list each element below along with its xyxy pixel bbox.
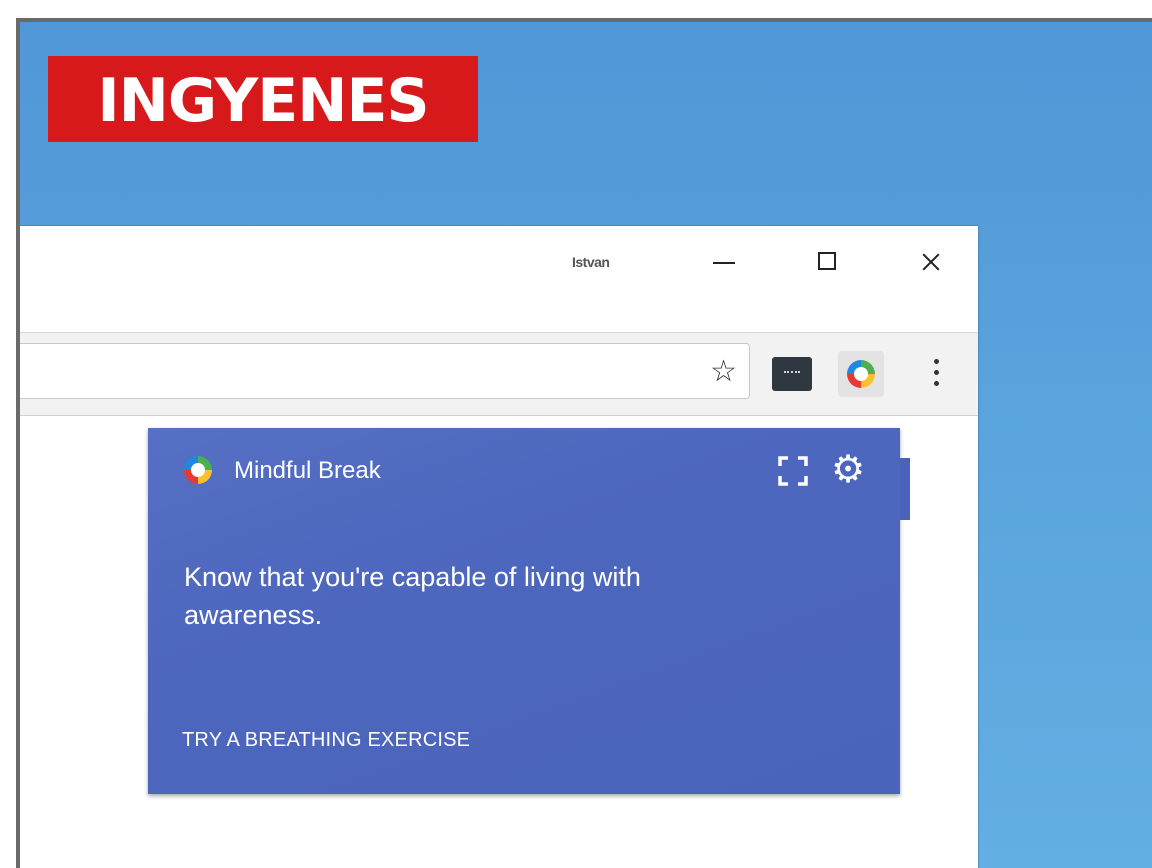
popup-title: Mindful Break [234, 457, 381, 484]
popup-side-tab [900, 458, 910, 520]
browser-titlebar: Istvan [20, 226, 978, 312]
minimize-button[interactable] [698, 242, 748, 282]
breathing-exercise-link[interactable]: TRY A BREATHING EXERCISE [182, 726, 470, 754]
screenshot-frame: INGYENES Istvan ☆ Mindful Break ⚙ Know t… [16, 18, 1152, 868]
mindful-break-ring-icon [847, 360, 875, 388]
browser-toolbar: ☆ [20, 332, 978, 416]
mindful-break-popup: Mindful Break ⚙ Know that you're capable… [148, 428, 900, 794]
expand-icon[interactable] [776, 454, 810, 488]
extension-icon[interactable] [772, 357, 812, 391]
mindful-break-logo-icon [184, 456, 212, 484]
star-icon[interactable]: ☆ [710, 352, 737, 392]
popup-message: Know that you're capable of living with … [184, 562, 641, 630]
mindful-break-extension-icon[interactable] [838, 351, 884, 397]
maximize-button[interactable] [802, 242, 852, 282]
kebab-menu-icon[interactable] [926, 353, 946, 393]
browser-window: Istvan ☆ Mindful Break ⚙ Know that you'r… [20, 226, 978, 868]
gear-icon[interactable]: ⚙ [828, 450, 868, 490]
profile-name[interactable]: Istvan [572, 254, 610, 270]
ingyenes-badge: INGYENES [48, 56, 478, 142]
close-button[interactable] [906, 242, 956, 282]
address-bar[interactable]: ☆ [20, 343, 750, 399]
